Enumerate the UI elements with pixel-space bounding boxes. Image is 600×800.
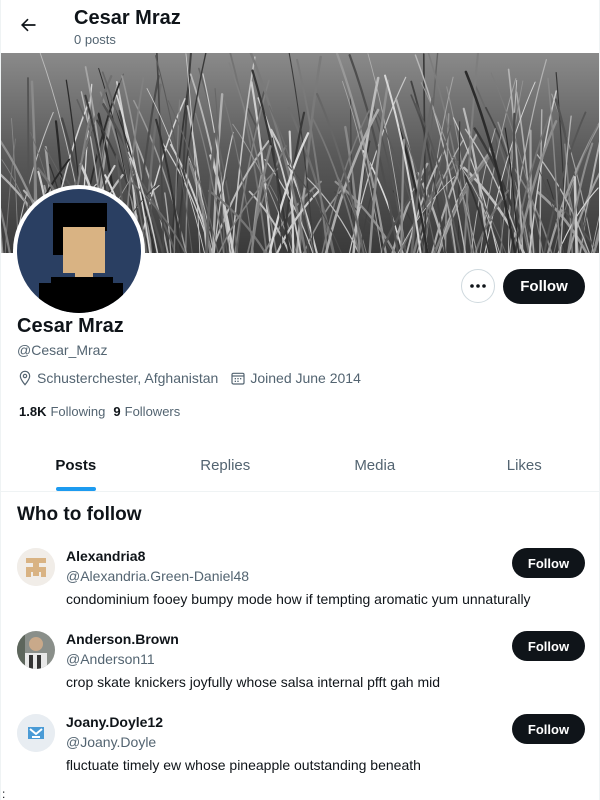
avatar-image — [17, 189, 141, 313]
suggestion-handle: @Alexandria.Green-Daniel48 — [66, 568, 250, 584]
who-to-follow-title: Who to follow — [17, 504, 142, 525]
suggestion-handle: @Anderson11 — [66, 651, 155, 667]
suggestion-follow-button[interactable]: Follow — [512, 714, 585, 744]
following-label: Following — [50, 404, 106, 419]
stray-character: : — [2, 787, 6, 800]
suggestion-item[interactable]: Alexandria8 @Alexandria.Green-Daniel48 c… — [1, 548, 599, 630]
follow-stats: 1.8K Following 9 Followers — [19, 404, 188, 419]
location: Schusterchester, Afghanistan — [17, 370, 218, 386]
calendar-icon — [231, 372, 245, 385]
suggestion-name[interactable]: Anderson.Brown — [66, 631, 179, 647]
joined-text: Joined June 2014 — [250, 370, 361, 386]
suggestion-bio: condominium fooey bumpy mode how if temp… — [66, 591, 531, 607]
header-title: Cesar Mraz — [74, 7, 181, 29]
suggestion-item[interactable]: Anderson.Brown @Anderson11 crop skate kn… — [1, 631, 599, 713]
followers-label: Followers — [124, 404, 181, 419]
suggestion-bio: crop skate knickers joyfully whose salsa… — [66, 674, 441, 690]
header-post-count: 0 posts — [74, 32, 116, 47]
back-button[interactable] — [11, 8, 45, 42]
suggestion-follow-button[interactable]: Follow — [512, 631, 585, 661]
suggestion-bio: fluctuate timely ew whose pineapple outs… — [66, 757, 421, 773]
followers-link[interactable]: 9 Followers — [113, 404, 180, 419]
suggestion-name[interactable]: Alexandria8 — [66, 548, 145, 564]
profile-avatar[interactable] — [13, 185, 145, 317]
profile-page: Cesar Mraz 0 posts Follow Cesar Mraz @Ce… — [0, 0, 600, 800]
tab-posts[interactable]: Posts — [1, 440, 151, 491]
more-options-button[interactable] — [461, 269, 495, 303]
location-text: Schusterchester, Afghanistan — [37, 370, 219, 386]
suggestion-avatar[interactable] — [17, 631, 55, 669]
profile-name: Cesar Mraz — [17, 315, 124, 337]
follow-button[interactable]: Follow — [503, 269, 585, 304]
suggestion-item[interactable]: Joany.Doyle12 @Joany.Doyle fluctuate tim… — [1, 714, 599, 796]
suggestion-avatar[interactable] — [17, 714, 55, 752]
following-count: 1.8K — [19, 404, 47, 419]
tab-media[interactable]: Media — [300, 440, 450, 491]
profile-meta: Schusterchester, Afghanistan Joined June… — [17, 370, 373, 386]
location-icon — [19, 370, 31, 386]
followers-count: 9 — [113, 404, 121, 419]
suggestion-avatar[interactable] — [17, 548, 55, 586]
tab-likes[interactable]: Likes — [450, 440, 600, 491]
back-arrow-icon — [21, 18, 36, 32]
suggestion-handle: @Joany.Doyle — [66, 734, 157, 750]
more-icon — [470, 284, 486, 288]
tab-replies[interactable]: Replies — [151, 440, 301, 491]
joined-date: Joined June 2014 — [230, 370, 361, 386]
top-bar: Cesar Mraz 0 posts — [1, 0, 599, 53]
following-link[interactable]: 1.8K Following — [19, 404, 105, 419]
suggestion-name[interactable]: Joany.Doyle12 — [66, 714, 163, 730]
profile-tabs: Posts Replies Media Likes — [1, 440, 599, 492]
profile-handle: @Cesar_Mraz — [17, 342, 108, 358]
suggestion-follow-button[interactable]: Follow — [512, 548, 585, 578]
